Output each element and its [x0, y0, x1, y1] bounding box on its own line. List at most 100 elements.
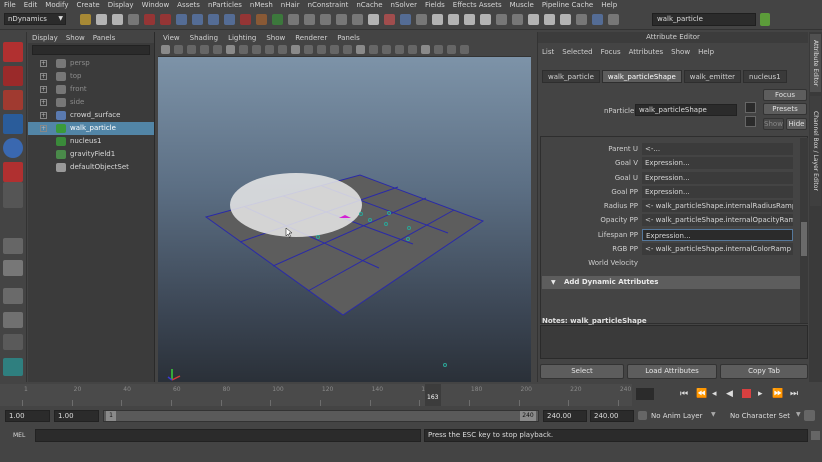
range-start-handle[interactable]: 1	[106, 411, 116, 421]
ae-menu-list[interactable]: List	[538, 48, 558, 56]
grid-icon[interactable]	[608, 14, 619, 25]
render-settings-icon[interactable]	[304, 14, 315, 25]
viewport-toolbar-icon[interactable]	[200, 45, 209, 54]
menu-file[interactable]: File	[0, 1, 20, 9]
viewport-menu-renderer[interactable]: Renderer	[290, 34, 332, 42]
range-end-handle[interactable]: 240	[520, 411, 536, 421]
add-dynamic-attributes-header[interactable]: ▼ Add Dynamic Attributes	[542, 276, 800, 289]
expand-icon[interactable]: +	[40, 73, 47, 80]
attribute-editor-side-tab[interactable]: Attribute Editor	[810, 34, 821, 92]
go-to-end-icon[interactable]: ⏭	[790, 389, 798, 399]
menu-muscle[interactable]: Muscle	[506, 1, 538, 9]
viewport-toolbar-icon[interactable]	[304, 45, 313, 54]
hide-button[interactable]: Hide	[786, 118, 807, 130]
layout-single-icon[interactable]	[3, 238, 23, 254]
menu-ncache[interactable]: nCache	[352, 1, 386, 9]
open-scene-icon[interactable]	[96, 14, 107, 25]
outliner-item[interactable]: + front	[28, 83, 154, 96]
viewport-toolbar-icon[interactable]	[343, 45, 352, 54]
cube-icon[interactable]	[432, 14, 443, 25]
attribute-value[interactable]: <- walk_particleShape.internalOpacityRam…	[642, 214, 793, 227]
chevron-down-icon[interactable]: ▼	[711, 411, 716, 418]
viewport-toolbar-icon[interactable]	[369, 45, 378, 54]
viewport-toolbar-icon[interactable]	[252, 45, 261, 54]
expand-icon[interactable]: +	[40, 99, 47, 106]
playback-start-field[interactable]: 1.00	[54, 410, 99, 422]
viewport-toolbar-icon[interactable]	[239, 45, 248, 54]
outliner-menu-display[interactable]: Display	[28, 34, 62, 42]
grid-icon[interactable]	[592, 14, 603, 25]
menu-fields[interactable]: Fields	[421, 1, 449, 9]
lasso-tool-icon[interactable]	[3, 66, 23, 86]
go-to-input-icon[interactable]	[745, 102, 756, 113]
current-time-field[interactable]	[636, 388, 654, 400]
outliner-item[interactable]: + crowd_surface	[28, 109, 154, 122]
viewport-menu-lighting[interactable]: Lighting	[223, 34, 261, 42]
divider[interactable]	[128, 14, 139, 25]
ae-menu-help[interactable]: Help	[694, 48, 718, 56]
sphere-icon[interactable]	[336, 14, 347, 25]
sphere-icon[interactable]	[352, 14, 363, 25]
select-tool-icon[interactable]	[3, 42, 23, 62]
plane-icon[interactable]	[448, 14, 459, 25]
save-scene-icon[interactable]	[112, 14, 123, 25]
cone-icon[interactable]	[480, 14, 491, 25]
menu-set-select[interactable]: nDynamics ▼	[4, 13, 66, 25]
ae-menu-attributes[interactable]: Attributes	[625, 48, 668, 56]
snap-grid-icon[interactable]	[192, 14, 203, 25]
animation-end-field[interactable]: 240.00	[590, 410, 634, 422]
viewport-toolbar-icon[interactable]	[317, 45, 326, 54]
outliner-item[interactable]: gravityField1	[28, 148, 154, 161]
load-attributes-button[interactable]: Load Attributes	[627, 364, 717, 379]
move-tool-icon[interactable]	[3, 114, 23, 134]
viewport-canvas[interactable]	[158, 57, 531, 382]
grid-icon[interactable]	[512, 14, 523, 25]
menu-edit[interactable]: Edit	[20, 1, 42, 9]
viewport-toolbar-icon[interactable]	[408, 45, 417, 54]
animation-start-field[interactable]: 1.00	[5, 410, 50, 422]
viewport-toolbar-icon[interactable]	[291, 45, 300, 54]
show-button[interactable]: Show	[763, 118, 784, 130]
tab-walk-particleshape[interactable]: walk_particleShape	[601, 70, 682, 83]
light-icon[interactable]	[560, 14, 571, 25]
new-scene-icon[interactable]	[80, 14, 91, 25]
viewport-toolbar-icon[interactable]	[174, 45, 183, 54]
history-icon[interactable]	[256, 14, 267, 25]
go-to-start-icon[interactable]: ⏮	[680, 389, 688, 399]
select-button[interactable]: Select	[540, 364, 624, 379]
play-backwards-icon[interactable]: ◀	[726, 389, 733, 399]
tab-nucleus1[interactable]: nucleus1	[743, 70, 787, 83]
layout-four-icon[interactable]	[3, 260, 23, 276]
menu-create[interactable]: Create	[72, 1, 103, 9]
stop-icon[interactable]	[742, 389, 751, 398]
layout-persp-outliner-icon[interactable]	[3, 312, 23, 328]
viewport-toolbar-icon[interactable]	[330, 45, 339, 54]
outliner-item[interactable]: + top	[28, 70, 154, 83]
focus-button[interactable]: Focus	[763, 89, 807, 101]
step-forward-frame-icon[interactable]: ▸	[758, 389, 763, 399]
outliner-item[interactable]: + persp	[28, 57, 154, 70]
viewport-menu-view[interactable]: View	[158, 34, 185, 42]
torus-icon[interactable]	[496, 14, 507, 25]
command-language-label[interactable]: MEL	[13, 432, 25, 439]
playback-end-field[interactable]: 240.00	[543, 410, 587, 422]
attribute-value[interactable]: Expression...	[642, 185, 793, 198]
viewport-toolbar-icon[interactable]	[187, 45, 196, 54]
character-set-label[interactable]: No Character Set	[730, 412, 790, 420]
menu-window[interactable]: Window	[138, 1, 174, 9]
menu-display[interactable]: Display	[104, 1, 138, 9]
step-back-key-icon[interactable]: ⏪	[696, 389, 707, 399]
channel-box-side-tab[interactable]: Channel Box / Layer Editor	[810, 96, 821, 206]
key-icon[interactable]	[804, 410, 815, 421]
time-slider[interactable]: 120406080100120140160180200220240 163	[0, 384, 632, 406]
snap-point-icon[interactable]	[224, 14, 235, 25]
viewport-toolbar-icon[interactable]	[382, 45, 391, 54]
attribute-value[interactable]: <- walk_particleShape.internalColorRamp	[642, 243, 793, 256]
scrollbar-thumb[interactable]	[801, 222, 807, 256]
outliner-menu-panels[interactable]: Panels	[89, 34, 120, 42]
expand-icon[interactable]: +	[40, 125, 47, 132]
menu-nmesh[interactable]: nMesh	[246, 1, 277, 9]
menu-effects-assets[interactable]: Effects Assets	[449, 1, 506, 9]
sphere-icon[interactable]	[384, 14, 395, 25]
layout-two-icon[interactable]	[3, 288, 23, 304]
